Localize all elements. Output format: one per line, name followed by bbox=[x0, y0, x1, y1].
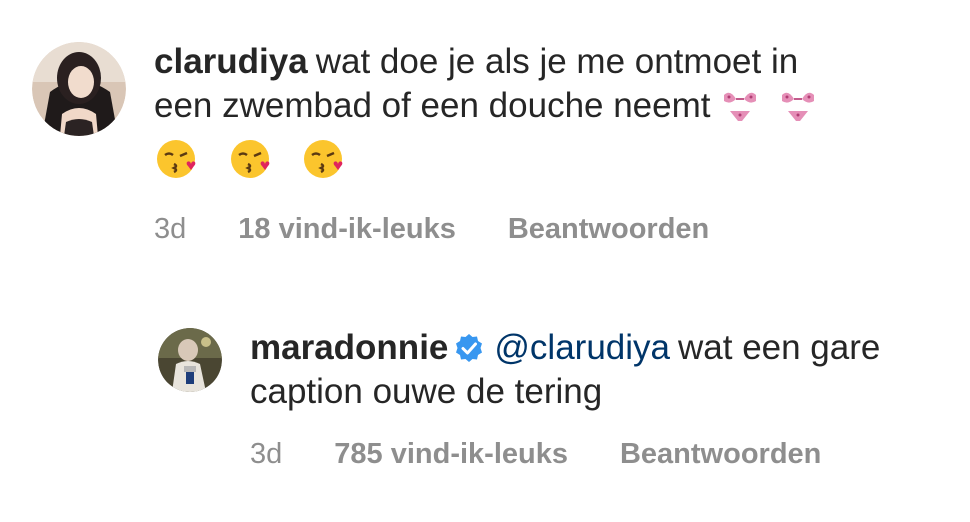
comment-meta: 3d 18 vind-ik-leuks Beantwoorden bbox=[154, 213, 952, 246]
kissing-face-icon bbox=[301, 136, 347, 193]
verified-badge-icon bbox=[454, 330, 484, 362]
kissing-face-icon bbox=[228, 136, 274, 193]
comment-meta: 3d 785 vind-ik-leuks Beantwoorden bbox=[250, 438, 948, 471]
comment: clarudiya wat doe je als je me ontmoet in… bbox=[32, 40, 952, 246]
comment-body: clarudiya wat doe je als je me ontmoet in… bbox=[154, 40, 952, 246]
avatar-image bbox=[158, 328, 222, 392]
mention-link[interactable]: @clarudiya bbox=[494, 328, 670, 367]
bikini-icon bbox=[720, 85, 760, 136]
timestamp: 3d bbox=[250, 438, 283, 470]
timestamp: 3d bbox=[154, 213, 187, 245]
reply-button[interactable]: Beantwoorden bbox=[620, 438, 821, 471]
kissing-face-icon bbox=[154, 136, 200, 193]
avatar[interactable] bbox=[32, 42, 126, 136]
username[interactable]: clarudiya bbox=[154, 42, 308, 81]
avatar-image bbox=[32, 42, 126, 136]
username[interactable]: maradonnie bbox=[250, 328, 448, 367]
comment-text-line1: wat doe je als je me ontmoet in bbox=[315, 42, 799, 81]
avatar[interactable] bbox=[158, 328, 222, 392]
comment-reply: maradonnie @clarudiya wat een gare captio… bbox=[158, 326, 948, 471]
bikini-icon bbox=[778, 85, 818, 136]
reply-button[interactable]: Beantwoorden bbox=[508, 213, 709, 246]
comment-body: maradonnie @clarudiya wat een gare captio… bbox=[250, 326, 948, 471]
emoji-row bbox=[154, 136, 952, 193]
likes-count[interactable]: 18 vind-ik-leuks bbox=[238, 213, 456, 246]
likes-count[interactable]: 785 vind-ik-leuks bbox=[334, 438, 568, 471]
comment-text-line2: een zwembad of een douche neemt bbox=[154, 86, 711, 125]
comment-text: maradonnie @clarudiya wat een gare captio… bbox=[250, 326, 948, 414]
comment-text: clarudiya wat doe je als je me ontmoet in… bbox=[154, 40, 952, 193]
